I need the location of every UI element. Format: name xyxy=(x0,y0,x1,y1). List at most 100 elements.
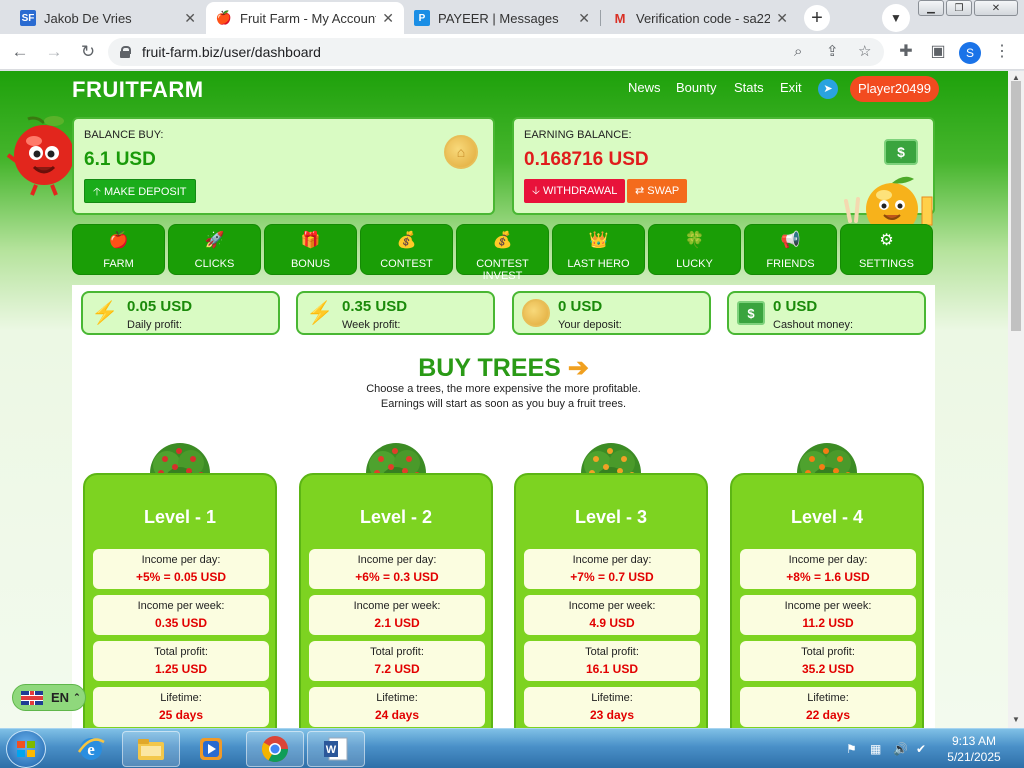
arrow-down-icon: 🡣 xyxy=(532,185,540,197)
network-icon[interactable]: ▦ xyxy=(870,742,881,756)
withdrawal-button[interactable]: 🡣 WITHDRAWAL xyxy=(524,179,626,203)
row-label: Income per day: xyxy=(141,554,221,566)
tab-jakob[interactable]: SF Jakob De Vries ✕ xyxy=(10,2,206,34)
extensions-puzzle-icon[interactable]: ✚ xyxy=(896,42,916,62)
tab-fruit-farm[interactable]: 🍎 Fruit Farm - My Account ✕ xyxy=(206,2,404,34)
site-logo[interactable]: FRUITFARM xyxy=(72,77,204,103)
close-icon[interactable]: ✕ xyxy=(184,10,196,27)
bookmark-star-icon[interactable]: ☆ xyxy=(858,38,871,66)
stat-your-deposit: 0 USD Your deposit: xyxy=(512,291,711,335)
tree-level-card[interactable]: Level - 4 Income per day: +8% = 1.6 USD Inc… xyxy=(730,473,924,728)
row-value: 22 days xyxy=(805,708,851,722)
row-label: Lifetime: xyxy=(807,692,849,704)
media-player-icon[interactable] xyxy=(182,731,240,767)
uk-flag-icon xyxy=(21,690,43,705)
chevron-down-icon[interactable]: ▼ xyxy=(882,4,910,32)
stat-value: 0.05 USD xyxy=(127,298,193,315)
internet-explorer-icon[interactable]: e xyxy=(62,731,120,767)
megaphone-icon: 📢 xyxy=(780,232,801,249)
close-window-button[interactable]: ✕ xyxy=(974,0,1018,16)
menu-friends[interactable]: 📢 FRIENDS xyxy=(744,224,837,275)
flag-notification-icon[interactable]: ⚑ xyxy=(846,742,857,756)
close-icon[interactable]: ✕ xyxy=(578,10,590,27)
tree-level-card[interactable]: Level - 3 Income per day: +7% = 0.7 USD Inc… xyxy=(514,473,708,728)
player-badge[interactable]: Player20499 xyxy=(850,76,939,102)
telegram-icon[interactable]: ➤ xyxy=(818,79,838,99)
tree-level-card[interactable]: Level - 2 Income per day: +6% = 0.3 USD Inc… xyxy=(299,473,493,728)
system-clock[interactable]: 9:13 AM 5/21/2025 xyxy=(940,733,1008,765)
maximize-button[interactable]: ❐ xyxy=(946,0,972,16)
crown-icon: 👑 xyxy=(588,232,609,249)
url-text: fruit-farm.biz/user/dashboard xyxy=(142,44,321,60)
tab-title: PAYEER | Messages xyxy=(438,10,559,26)
menu-bonus[interactable]: 🎁 BONUS xyxy=(264,224,357,275)
income-per-week-row: Income per week: 4.9 USD xyxy=(524,595,700,635)
menu-contest[interactable]: 💰 CONTEST xyxy=(360,224,453,275)
word-icon[interactable]: W xyxy=(307,731,365,767)
reload-icon[interactable]: ↻ xyxy=(76,41,100,63)
zoom-icon[interactable]: ⌕ xyxy=(794,38,802,66)
tab-gmail[interactable]: M Verification code - sa222 ✕ xyxy=(602,2,798,34)
nav-exit[interactable]: Exit xyxy=(780,80,802,95)
gift-icon: 🎁 xyxy=(300,232,321,249)
lifetime-row: Lifetime: 22 days xyxy=(740,687,916,727)
money-bag-icon: 💰 xyxy=(396,232,417,249)
balance-buy-label: BALANCE BUY: xyxy=(84,129,164,141)
tree-level-card[interactable]: Level - 1 Income per day: +5% = 0.05 USD In… xyxy=(83,473,277,728)
coin-icon xyxy=(522,299,550,327)
side-panel-icon[interactable]: ▣ xyxy=(928,42,948,62)
row-label: Income per week: xyxy=(784,600,872,612)
close-icon[interactable]: ✕ xyxy=(382,10,394,27)
tab-payeer[interactable]: P PAYEER | Messages ✕ xyxy=(404,2,600,34)
make-deposit-button[interactable]: 🡡 MAKE DEPOSIT xyxy=(84,179,196,203)
menu-clicks[interactable]: 🚀 CLICKS xyxy=(168,224,261,275)
row-value: 25 days xyxy=(158,708,204,722)
income-per-week-row: Income per week: 0.35 USD xyxy=(93,595,269,635)
row-value: 24 days xyxy=(374,708,420,722)
scrollbar-thumb[interactable] xyxy=(1011,81,1021,331)
row-value: 2.1 USD xyxy=(374,616,420,630)
stat-label: Week profit: xyxy=(342,319,401,331)
volume-icon[interactable]: 🔊 xyxy=(893,742,908,756)
nav-stats[interactable]: Stats xyxy=(734,80,764,95)
apple-mascot-icon xyxy=(6,116,74,196)
file-explorer-icon[interactable] xyxy=(122,731,180,767)
share-icon[interactable]: ⇪ xyxy=(826,38,839,66)
page-scrollbar[interactable]: ▲ ▼ xyxy=(1008,71,1024,728)
swap-button[interactable]: ⇄ SWAP xyxy=(627,179,688,203)
tab-title: Verification code - sa222 xyxy=(636,10,771,26)
minimize-button[interactable]: ▁ xyxy=(918,0,944,16)
total-profit-row: Total profit: 35.2 USD xyxy=(740,641,916,681)
row-label: Income per week: xyxy=(137,600,225,612)
stat-value: 0.35 USD xyxy=(342,298,408,315)
lightning-icon: ⚡ xyxy=(91,300,119,325)
menu-settings[interactable]: ⚙ SETTINGS xyxy=(840,224,933,275)
money-bag-icon: 💰 xyxy=(492,232,513,249)
stat-label: Daily profit: xyxy=(127,319,183,331)
nav-bounty[interactable]: Bounty xyxy=(676,80,716,95)
menu-farm[interactable]: 🍎 FARM xyxy=(72,224,165,275)
lifetime-row: Lifetime: 24 days xyxy=(309,687,485,727)
start-button[interactable] xyxy=(6,730,46,768)
menu-contest-invest[interactable]: 💰 CONTEST INVEST xyxy=(456,224,549,282)
menu-last-hero[interactable]: 👑 LAST HERO xyxy=(552,224,645,275)
address-bar[interactable]: fruit-farm.biz/user/dashboard ⌕ ⇪ ☆ xyxy=(108,38,884,66)
back-arrow-icon[interactable]: ← xyxy=(8,41,32,63)
menu-lucky[interactable]: 🍀 LUCKY xyxy=(648,224,741,275)
profile-avatar[interactable]: S xyxy=(959,42,981,64)
close-icon[interactable]: ✕ xyxy=(776,10,788,27)
row-value: 23 days xyxy=(589,708,635,722)
row-label: Lifetime: xyxy=(591,692,633,704)
menu-dots-icon[interactable]: ⋮ xyxy=(992,42,1012,62)
mango-mascot-icon xyxy=(844,176,933,227)
dashboard-panel: ⚡ 0.05 USD Daily profit: ⚡ 0.35 USD Week… xyxy=(72,285,935,728)
chrome-icon[interactable] xyxy=(246,731,304,767)
total-profit-row: Total profit: 7.2 USD xyxy=(309,641,485,681)
language-selector[interactable]: EN ⌃ xyxy=(12,684,86,711)
scroll-down-arrow-icon[interactable]: ▼ xyxy=(1012,715,1020,724)
forward-arrow-icon[interactable]: → xyxy=(42,41,66,63)
security-shield-icon[interactable]: ✔ xyxy=(916,742,926,756)
nav-news[interactable]: News xyxy=(628,80,661,95)
row-label: Total profit: xyxy=(154,646,208,658)
new-tab-button[interactable]: + xyxy=(804,5,830,31)
